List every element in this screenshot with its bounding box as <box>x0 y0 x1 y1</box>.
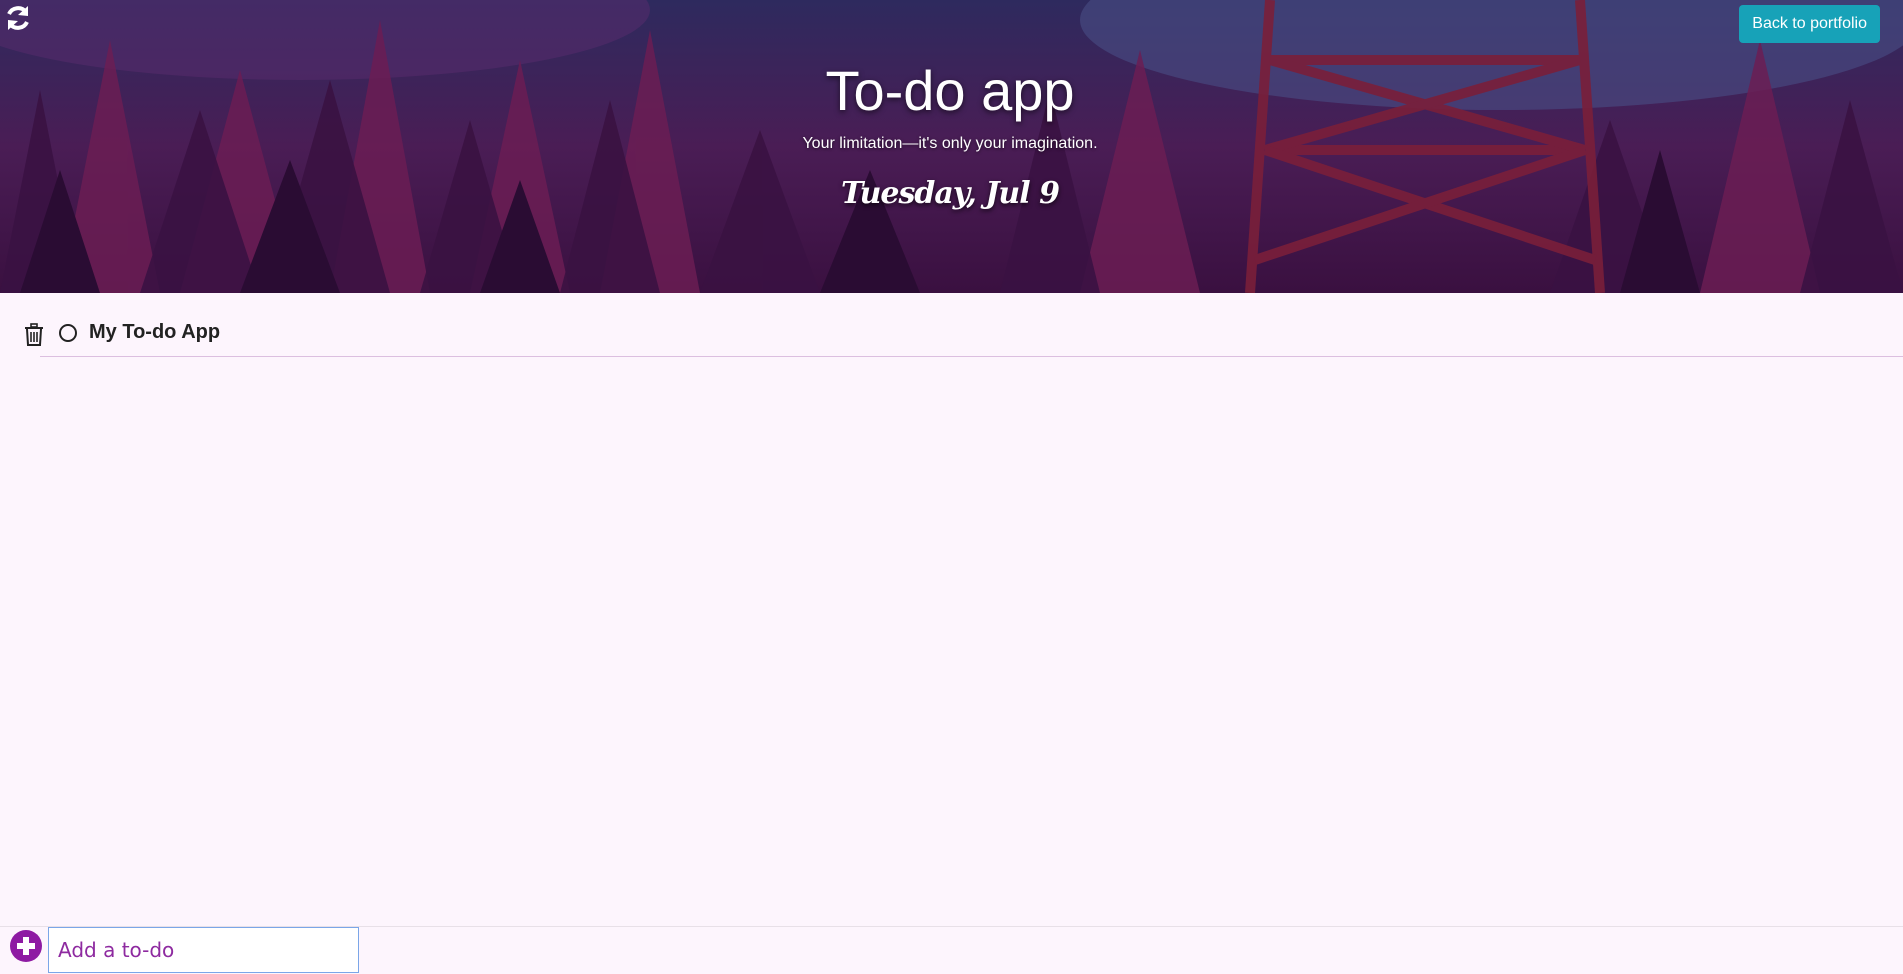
trash-icon[interactable] <box>23 323 45 347</box>
refresh-icon[interactable] <box>4 4 32 32</box>
add-todo-input[interactable] <box>48 927 359 973</box>
page-title: To-do app <box>825 59 1075 122</box>
header-banner: Back to portfolio To-do app Your limitat… <box>0 0 1903 293</box>
back-to-portfolio-button[interactable]: Back to portfolio <box>1739 5 1880 43</box>
page-subtitle: Your limitation—it's only your imaginati… <box>802 135 1098 152</box>
plus-circle-icon[interactable] <box>9 929 43 963</box>
complete-checkbox[interactable] <box>59 324 77 342</box>
row-divider <box>40 356 1903 357</box>
current-date: Tuesday, Jul 9 <box>841 176 1060 211</box>
todo-text: My To-do App <box>89 321 221 343</box>
